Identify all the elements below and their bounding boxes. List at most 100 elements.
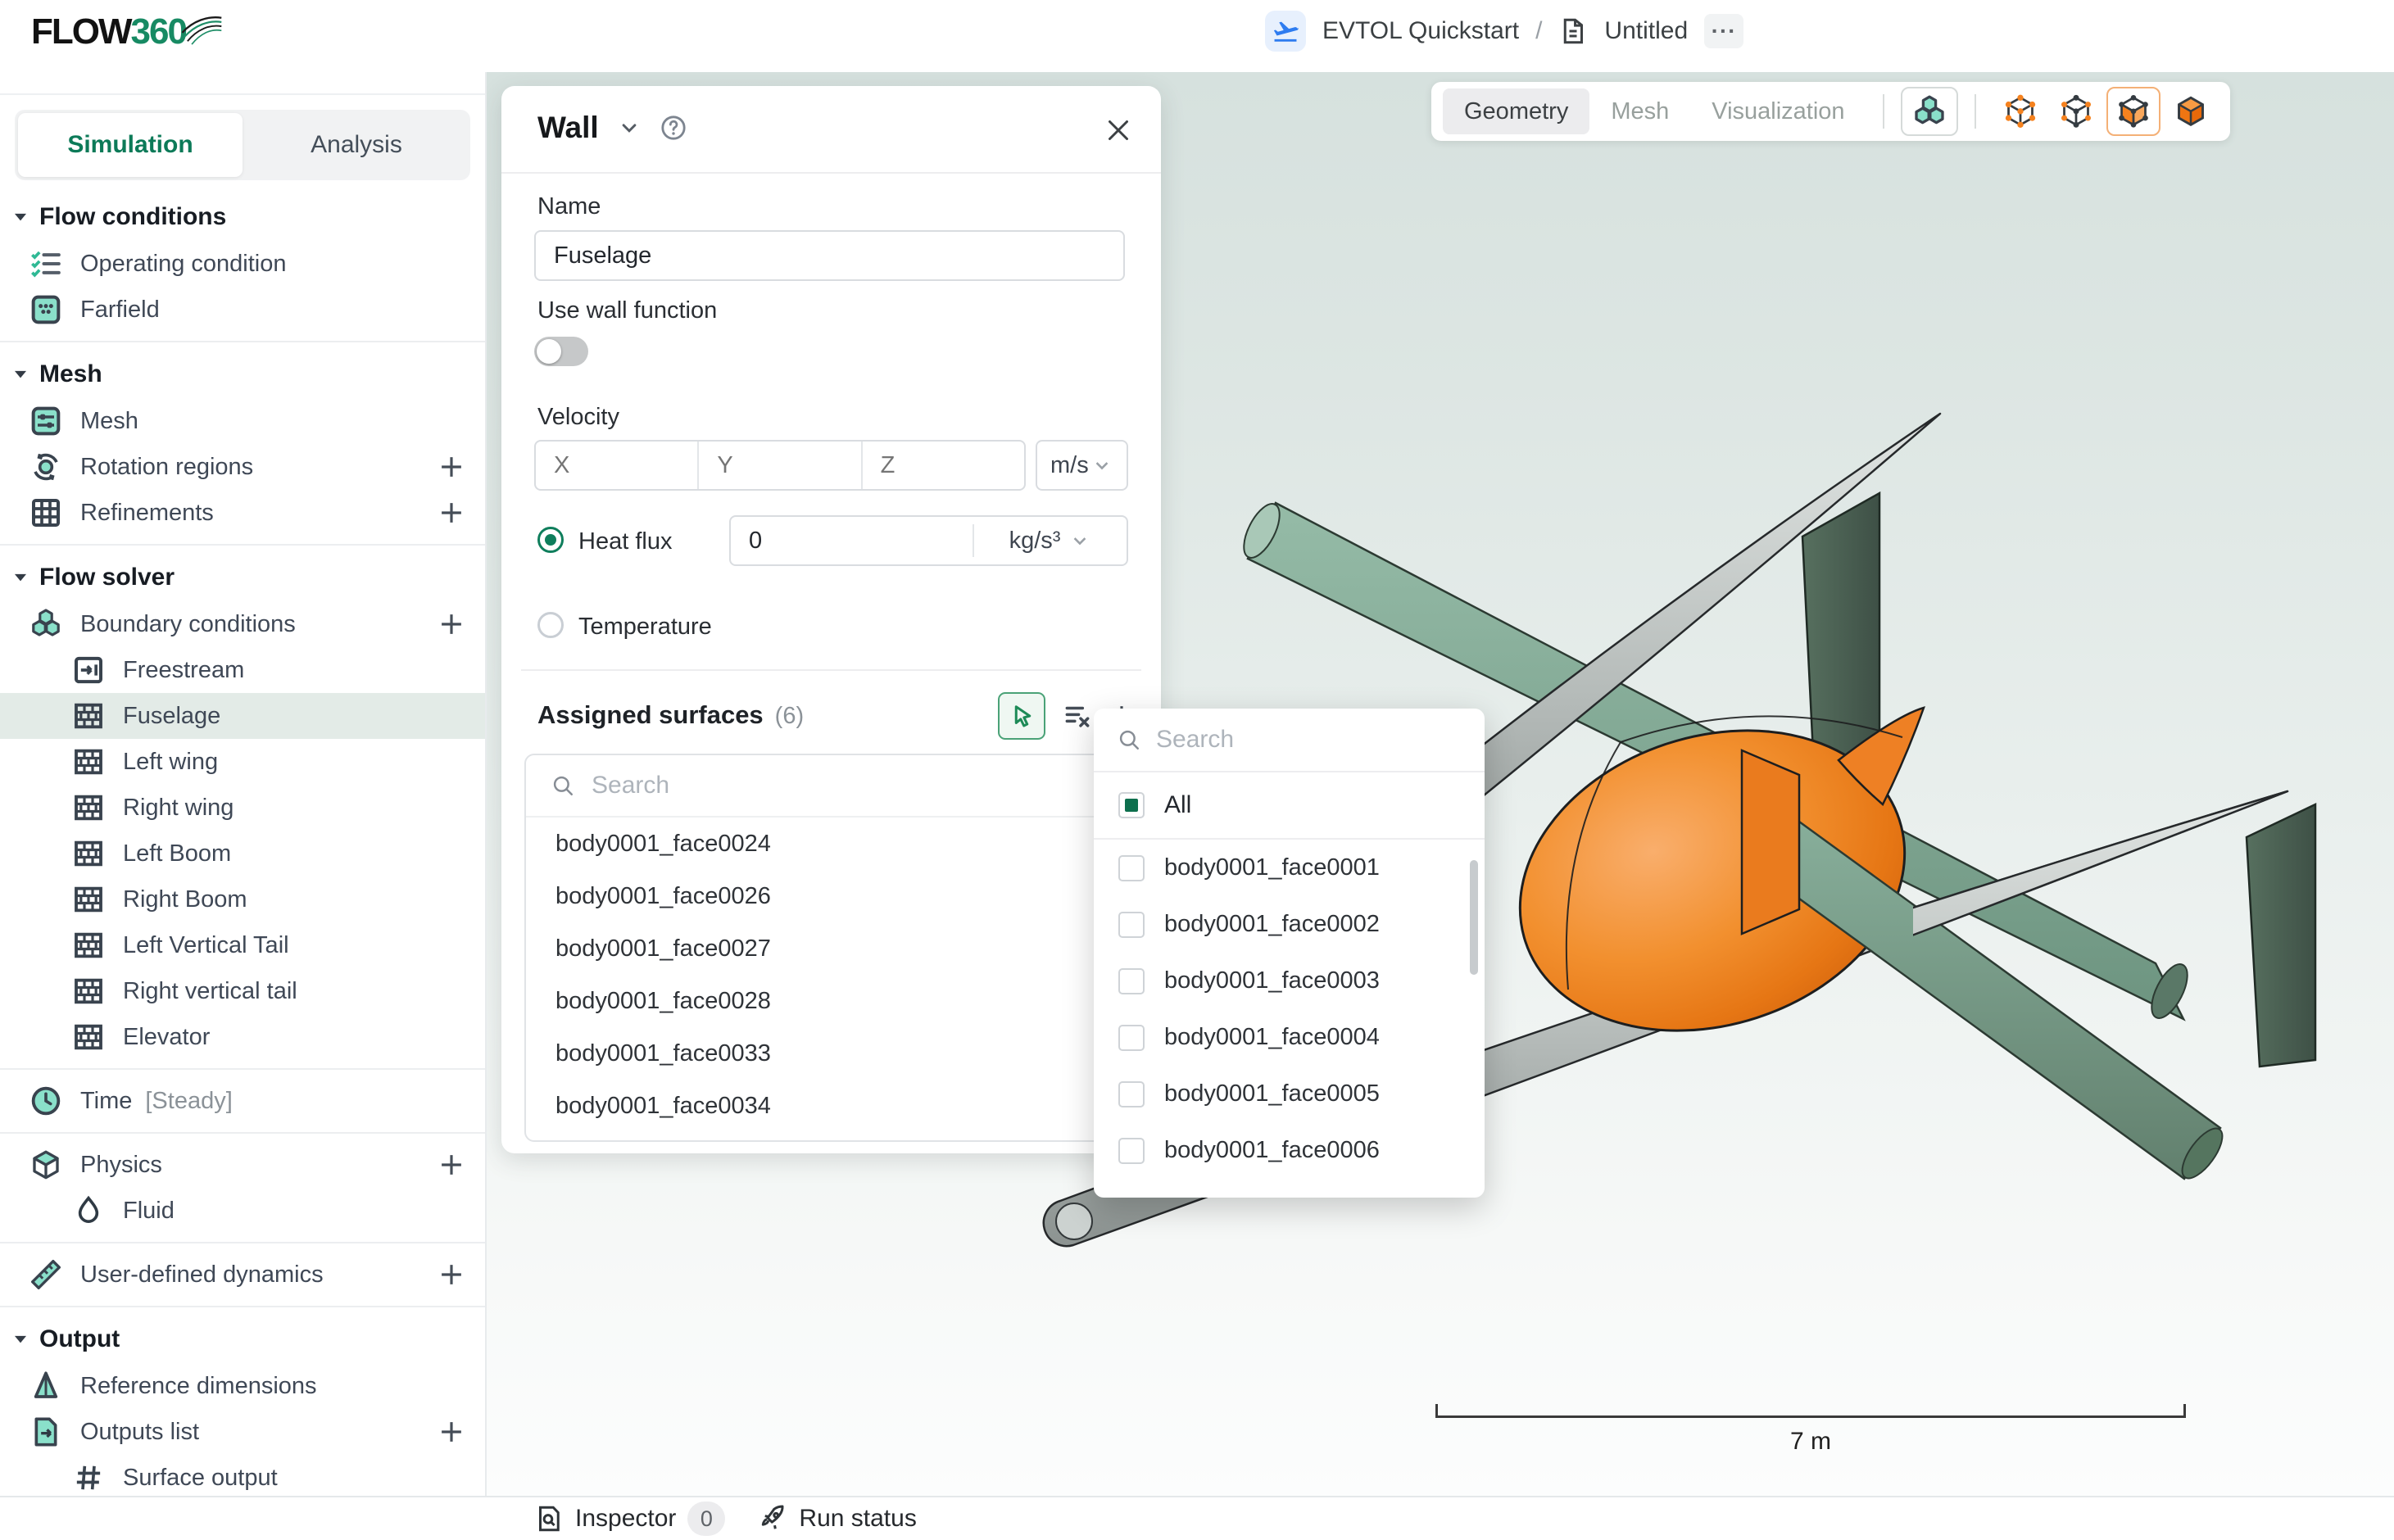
tab-visualization[interactable]: Visualization (1690, 88, 1866, 134)
scrollbar-thumb[interactable] (1470, 860, 1478, 975)
tree-item-fuselage[interactable]: Fuselage (0, 693, 485, 739)
physics-icon (29, 1148, 62, 1181)
wall-panel: Wall Name Use wall function Velocity m/s… (501, 86, 1161, 1153)
tree-item-outputs-list[interactable]: Outputs list (0, 1409, 485, 1455)
surface-option-checkbox[interactable] (1118, 1081, 1145, 1107)
tab-geometry[interactable]: Geometry (1443, 88, 1589, 134)
add-refinements-button[interactable] (436, 497, 467, 528)
select-all-checkbox[interactable] (1118, 792, 1145, 818)
tree-item-mesh[interactable]: Mesh (0, 398, 485, 444)
panel-title-row: Wall (537, 111, 687, 145)
select-all-row[interactable]: All (1094, 772, 1485, 840)
tab-analysis[interactable]: Analysis (243, 110, 470, 180)
assigned-surface-row[interactable]: body0001_face0028 (526, 975, 1137, 1027)
tab-simulation[interactable]: Simulation (18, 113, 243, 177)
tree-item-right-vertical-tail[interactable]: Right vertical tail (0, 968, 485, 1014)
inspector-label: Inspector (575, 1505, 676, 1533)
breadcrumb-project[interactable]: EVTOL Quickstart (1322, 17, 1519, 45)
tree-item-user-defined-dynamics[interactable]: User-defined dynamics (0, 1252, 485, 1298)
panel-type-chevron-icon[interactable] (617, 116, 642, 140)
add-outputs-list-button[interactable] (436, 1416, 467, 1447)
surface-option-checkbox[interactable] (1118, 968, 1145, 994)
surface-option-row[interactable]: body0001_face0004 (1094, 1009, 1485, 1066)
panel-title: Wall (537, 111, 599, 145)
wall-function-toggle[interactable] (534, 337, 588, 366)
tree-item-reference-dimensions[interactable]: Reference dimensions (0, 1363, 485, 1409)
tree-item-right-boom[interactable]: Right Boom (0, 876, 485, 922)
display-mode-surface-button[interactable] (2106, 87, 2160, 136)
tree-item-fluid[interactable]: Fluid (0, 1188, 485, 1234)
surface-option-row[interactable]: body0001_face0003 (1094, 953, 1485, 1009)
assigned-surface-row[interactable]: body0001_face0027 (526, 922, 1137, 975)
cube-surface-icon (2115, 93, 2151, 129)
assigned-surface-row[interactable]: body0001_face0026 (526, 870, 1137, 922)
tree-item-elevator[interactable]: Elevator (0, 1014, 485, 1060)
assigned-surface-row[interactable]: body0001_face0034 (526, 1080, 1137, 1132)
surface-option-label: body0001_face0006 (1164, 1137, 1380, 1164)
tree-item-freestream[interactable]: Freestream (0, 647, 485, 693)
display-mode-solid-button[interactable] (2165, 88, 2216, 134)
surface-option-row[interactable]: body0001_face0001 (1094, 840, 1485, 896)
display-mode-points-button[interactable] (1995, 88, 2046, 134)
tree-item-time[interactable]: Time[Steady] (0, 1078, 485, 1124)
velocity-x-field[interactable] (536, 442, 697, 489)
tree-section-flow-conditions[interactable]: Flow conditions (0, 193, 485, 241)
flow360-app: FLOW360 EVTOL Quickstart / Untitled ··· (0, 0, 2394, 1538)
tree-item-left-wing[interactable]: Left wing (0, 739, 485, 785)
clear-list-icon[interactable] (1062, 700, 1093, 732)
display-mode-wireframe-button[interactable] (2051, 88, 2102, 134)
breadcrumb-doc[interactable]: Untitled (1604, 17, 1688, 45)
surfaces-search-input[interactable] (590, 771, 1137, 800)
tree-item-label: Rotation regions (80, 454, 253, 481)
tree-section-flow-solver[interactable]: Flow solver (0, 554, 485, 601)
tree-item-farfield[interactable]: Farfield (0, 287, 485, 333)
add-rotation-regions-button[interactable] (436, 451, 467, 482)
caret-down-icon (10, 364, 31, 385)
add-boundary-conditions-button[interactable] (436, 609, 467, 640)
add-physics-button[interactable] (436, 1149, 467, 1180)
more-options-button[interactable]: ··· (1704, 14, 1743, 48)
velocity-z-field[interactable] (861, 442, 1024, 489)
surface-option-checkbox[interactable] (1118, 855, 1145, 881)
cube-solid-icon (2173, 93, 2209, 129)
heat-flux-field[interactable] (731, 527, 973, 555)
surface-option-checkbox[interactable] (1118, 1138, 1145, 1164)
assigned-surface-row[interactable]: body0001_face0024 (526, 818, 1137, 870)
tree-section-mesh[interactable]: Mesh (0, 351, 485, 398)
surface-option-row[interactable]: body0001_face0005 (1094, 1066, 1485, 1122)
run-status-button[interactable]: Run status (758, 1504, 916, 1533)
tree-item-label: Left wing (123, 749, 218, 776)
tree-item-boundary-conditions[interactable]: Boundary conditions (0, 601, 485, 647)
tab-mesh[interactable]: Mesh (1589, 88, 1690, 134)
name-field[interactable] (534, 230, 1125, 281)
velocity-unit-select[interactable]: m/s (1036, 440, 1128, 491)
close-icon[interactable] (1104, 116, 1133, 145)
add-user-defined-dynamics-button[interactable] (436, 1259, 467, 1290)
tree-item-right-wing[interactable]: Right wing (0, 785, 485, 831)
tree-item-rotation-regions[interactable]: Rotation regions (0, 444, 485, 490)
toolbar-divider (1975, 94, 1976, 129)
tree-item-refinements[interactable]: Refinements (0, 490, 485, 536)
tree-item-physics[interactable]: Physics (0, 1142, 485, 1188)
temperature-radio[interactable] (537, 612, 564, 638)
tree-item-left-vertical-tail[interactable]: Left Vertical Tail (0, 922, 485, 968)
heat-flux-radio[interactable] (537, 527, 564, 553)
help-icon[interactable] (660, 114, 687, 142)
assigned-surface-row[interactable]: body0001_face0033 (526, 1027, 1137, 1080)
inspector-button[interactable]: Inspector 0 (534, 1502, 725, 1536)
tree-section-output[interactable]: Output (0, 1316, 485, 1363)
boundary-display-button[interactable] (1901, 87, 1958, 136)
surface-option-checkbox[interactable] (1118, 1025, 1145, 1051)
tree-item-surface-output[interactable]: Surface output (0, 1455, 485, 1501)
sidebar-section-divider (0, 1242, 485, 1243)
velocity-y-field[interactable] (697, 442, 860, 489)
pick-surfaces-button[interactable] (998, 692, 1045, 740)
tree-item-operating-condition[interactable]: Operating condition (0, 241, 485, 287)
surface-option-row[interactable]: body0001_face0006 (1094, 1122, 1485, 1179)
tree-item-left-boom[interactable]: Left Boom (0, 831, 485, 876)
heat-flux-unit-select[interactable]: kg/s³ (973, 524, 1127, 557)
surface-option-row[interactable]: body0001_face0002 (1094, 896, 1485, 953)
surface-option-checkbox[interactable] (1118, 912, 1145, 938)
user-defined-dynamics-icon (29, 1258, 62, 1291)
dropdown-search-input[interactable] (1154, 725, 1485, 754)
